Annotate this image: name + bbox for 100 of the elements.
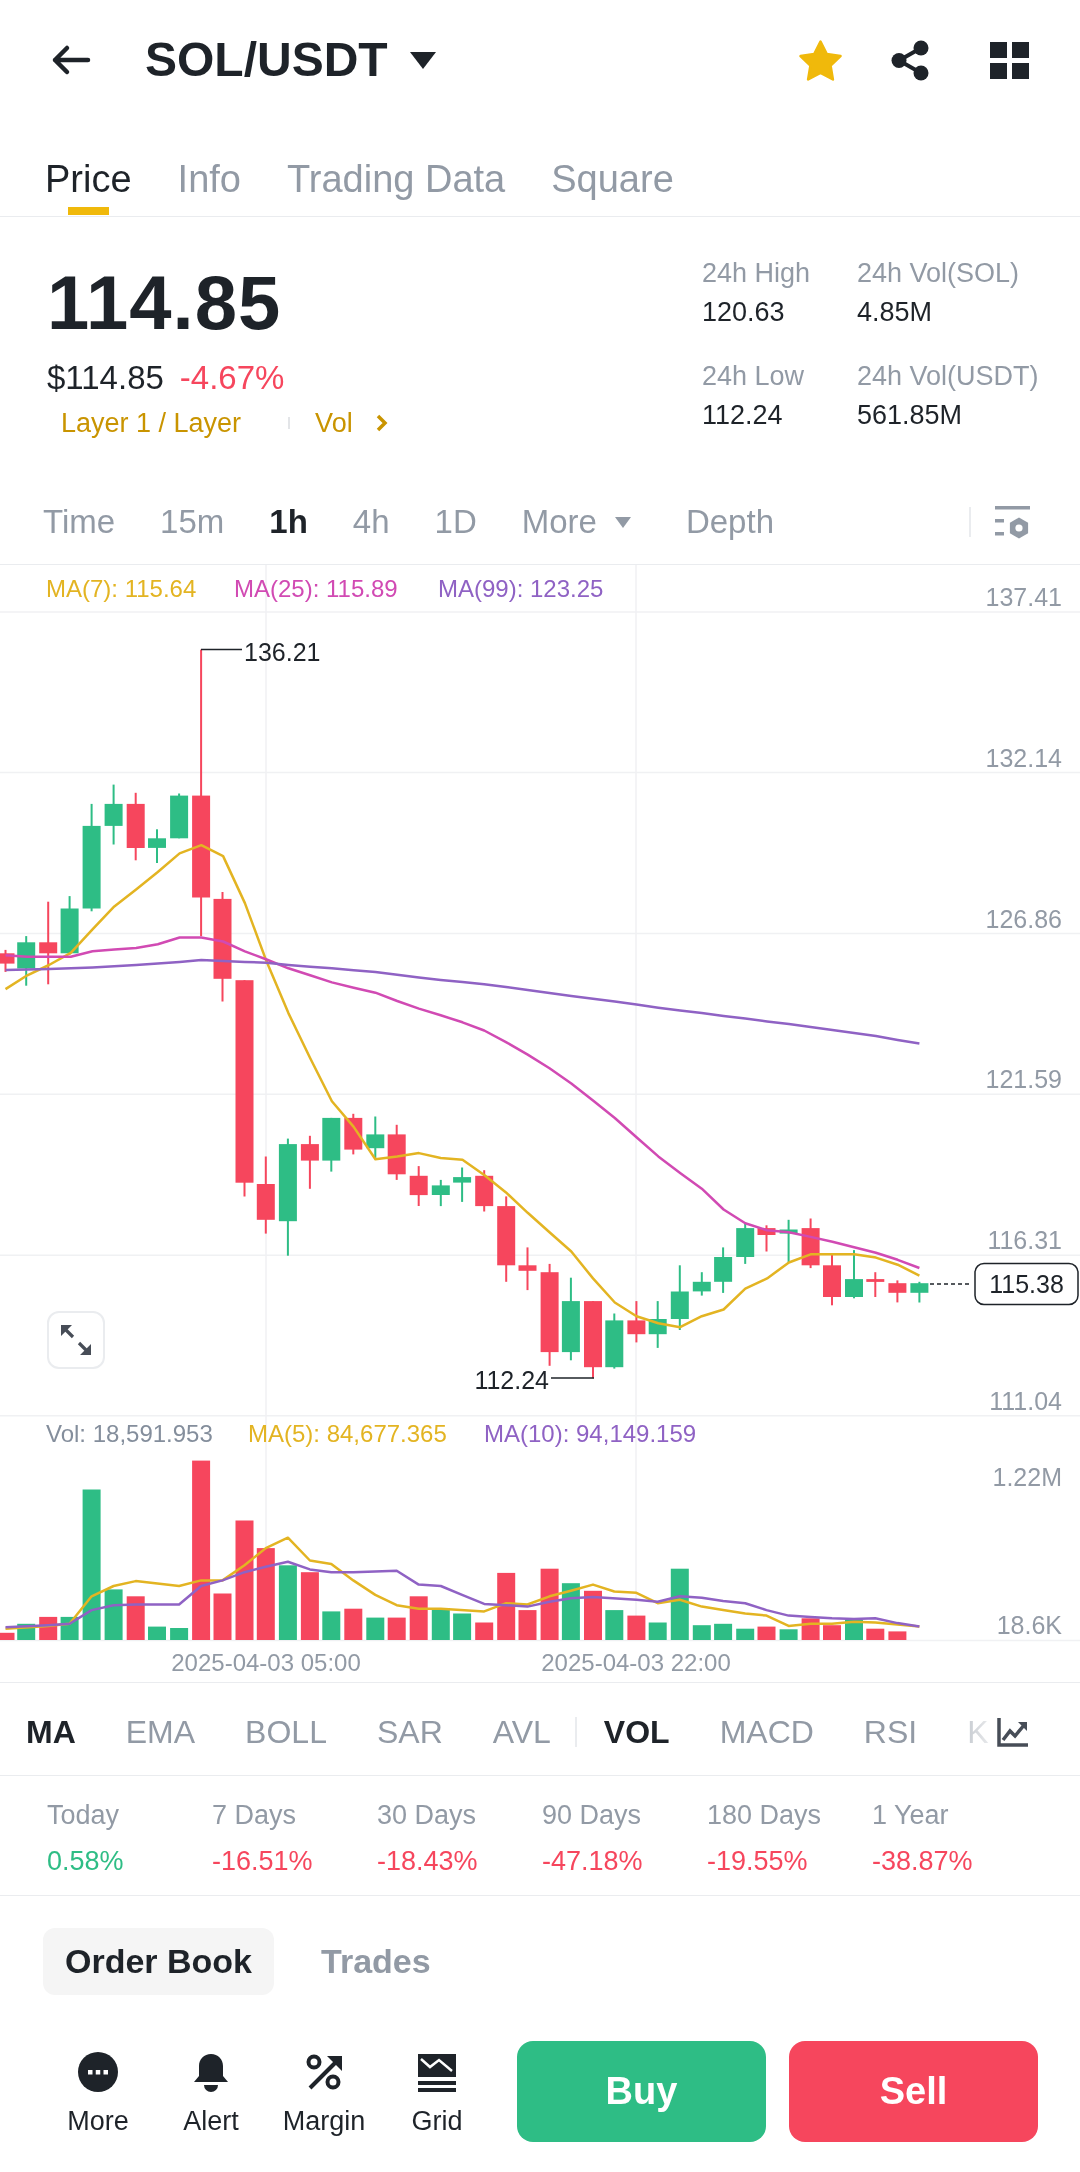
last-price-tag: 115.38 (974, 1262, 1079, 1306)
ma-legend: MA(25): 115.89 (234, 575, 398, 602)
indicator-tab[interactable]: AVL (492, 1712, 551, 1752)
candle (801, 1218, 820, 1269)
fiat-price: $114.85 (47, 358, 164, 398)
time-axis-label: 2025-04-03 05:00 (171, 1649, 361, 1676)
interval-tab[interactable]: 4h (352, 502, 390, 542)
candle (366, 1116, 385, 1160)
candle (910, 1281, 929, 1303)
interval-tab[interactable]: 15m (160, 502, 225, 542)
candle (475, 1170, 494, 1212)
leader-line (200, 648, 243, 651)
volume-bar (779, 1629, 798, 1640)
book-tab[interactable]: Order Book (43, 1928, 275, 1995)
candle (409, 1166, 428, 1206)
volume-bar (126, 1596, 145, 1640)
period-label: 7 Days (212, 1799, 297, 1832)
candle (344, 1113, 363, 1155)
buy-button[interactable]: Buy (517, 2041, 766, 2142)
action-button[interactable]: More (48, 2041, 148, 2142)
candle (126, 792, 145, 861)
interval-tab[interactable]: Time (43, 502, 116, 542)
category-tag[interactable]: Layer 1 / Layer (61, 405, 242, 441)
candle (0, 949, 15, 972)
tab[interactable]: Square (551, 120, 674, 216)
volume-bar (431, 1608, 450, 1640)
price-axis-label: 137.41 (985, 582, 1062, 611)
indicator-tab[interactable]: SAR (376, 1712, 443, 1752)
volume-bar (170, 1628, 189, 1640)
candle (300, 1135, 319, 1189)
volume-bar (736, 1628, 755, 1640)
book-tab[interactable]: Trades (299, 1928, 453, 1995)
volume-bar (605, 1610, 624, 1640)
price-axis-label: 126.86 (985, 904, 1062, 933)
candle (387, 1124, 406, 1180)
candle (431, 1179, 450, 1207)
volume-bar (823, 1625, 841, 1640)
stat-value: 120.63 (702, 296, 785, 329)
action-button[interactable]: Alert (161, 2041, 261, 2142)
tab[interactable]: Trading Data (286, 120, 506, 216)
back-icon[interactable] (50, 44, 91, 76)
volume-bar (627, 1615, 646, 1640)
line-chart-icon[interactable] (997, 1717, 1028, 1747)
period-label: 90 Days (542, 1799, 642, 1832)
time-axis-label: 2025-04-03 22:00 (541, 1649, 731, 1676)
volume-bar (801, 1618, 820, 1640)
candle (714, 1247, 733, 1293)
candle (648, 1301, 667, 1348)
price-axis-label: 111.04 (989, 1386, 1062, 1415)
volume-legend: MA(5): 84,677.365 (248, 1419, 447, 1447)
indicator-tab[interactable]: VOL (603, 1712, 670, 1752)
candle (60, 896, 79, 955)
candle (670, 1265, 689, 1330)
indicator-tab[interactable]: EMA (125, 1712, 196, 1752)
volume-bar (518, 1610, 537, 1640)
tab[interactable]: Price (45, 120, 132, 216)
indicator-tab[interactable]: RSI (863, 1712, 918, 1752)
period-change: -19.55% (707, 1845, 808, 1878)
caret-icon[interactable] (409, 51, 436, 69)
stat-value: 4.85M (857, 296, 933, 329)
action-button[interactable]: Margin (274, 2041, 374, 2142)
volume-bar (692, 1625, 711, 1640)
volume-bar (387, 1617, 406, 1640)
leader-line (550, 1377, 595, 1379)
volume-bar (104, 1589, 123, 1640)
indicator-tab[interactable]: BOLL (245, 1712, 327, 1752)
period-change: -47.18% (542, 1845, 643, 1878)
star-icon[interactable] (799, 39, 842, 81)
period-change: -16.51% (212, 1845, 313, 1878)
interval-tab[interactable]: 1D (434, 502, 477, 542)
candle (17, 936, 36, 986)
indicator-tab[interactable]: MACD (719, 1712, 814, 1752)
interval-tab[interactable]: 1h (269, 502, 308, 542)
grid-icon[interactable] (990, 41, 1029, 79)
volume-bar (757, 1626, 776, 1640)
volume-bar (866, 1628, 885, 1640)
period-change: 0.58% (47, 1845, 124, 1878)
volume-bar (409, 1596, 428, 1640)
action-button[interactable]: Grid (387, 2041, 487, 2142)
chart-settings-icon[interactable] (995, 505, 1030, 539)
interval-tab[interactable]: Depth (685, 502, 774, 542)
share-icon[interactable] (890, 39, 931, 81)
tag-link[interactable]: Vol (315, 405, 388, 441)
period-label: 180 Days (707, 1799, 822, 1832)
volume-bar (670, 1568, 689, 1640)
stat-value: 561.85M (857, 399, 963, 432)
volume-legend: MA(10): 94,149.159 (484, 1419, 697, 1447)
volume-bar (475, 1622, 494, 1640)
sell-button[interactable]: Sell (789, 2041, 1038, 2142)
interval-tab[interactable]: More (521, 502, 631, 542)
pair-title[interactable]: SOL/USDT (145, 30, 388, 90)
candle (692, 1272, 711, 1296)
caret-icon (614, 516, 631, 528)
volume-bar (584, 1590, 602, 1640)
indicator-tab[interactable]: MA (26, 1712, 76, 1752)
tab[interactable]: Info (177, 120, 241, 216)
candle (453, 1167, 472, 1202)
volume-bar (888, 1631, 907, 1640)
expand-button[interactable] (47, 1311, 105, 1369)
volume-bar (322, 1611, 341, 1640)
